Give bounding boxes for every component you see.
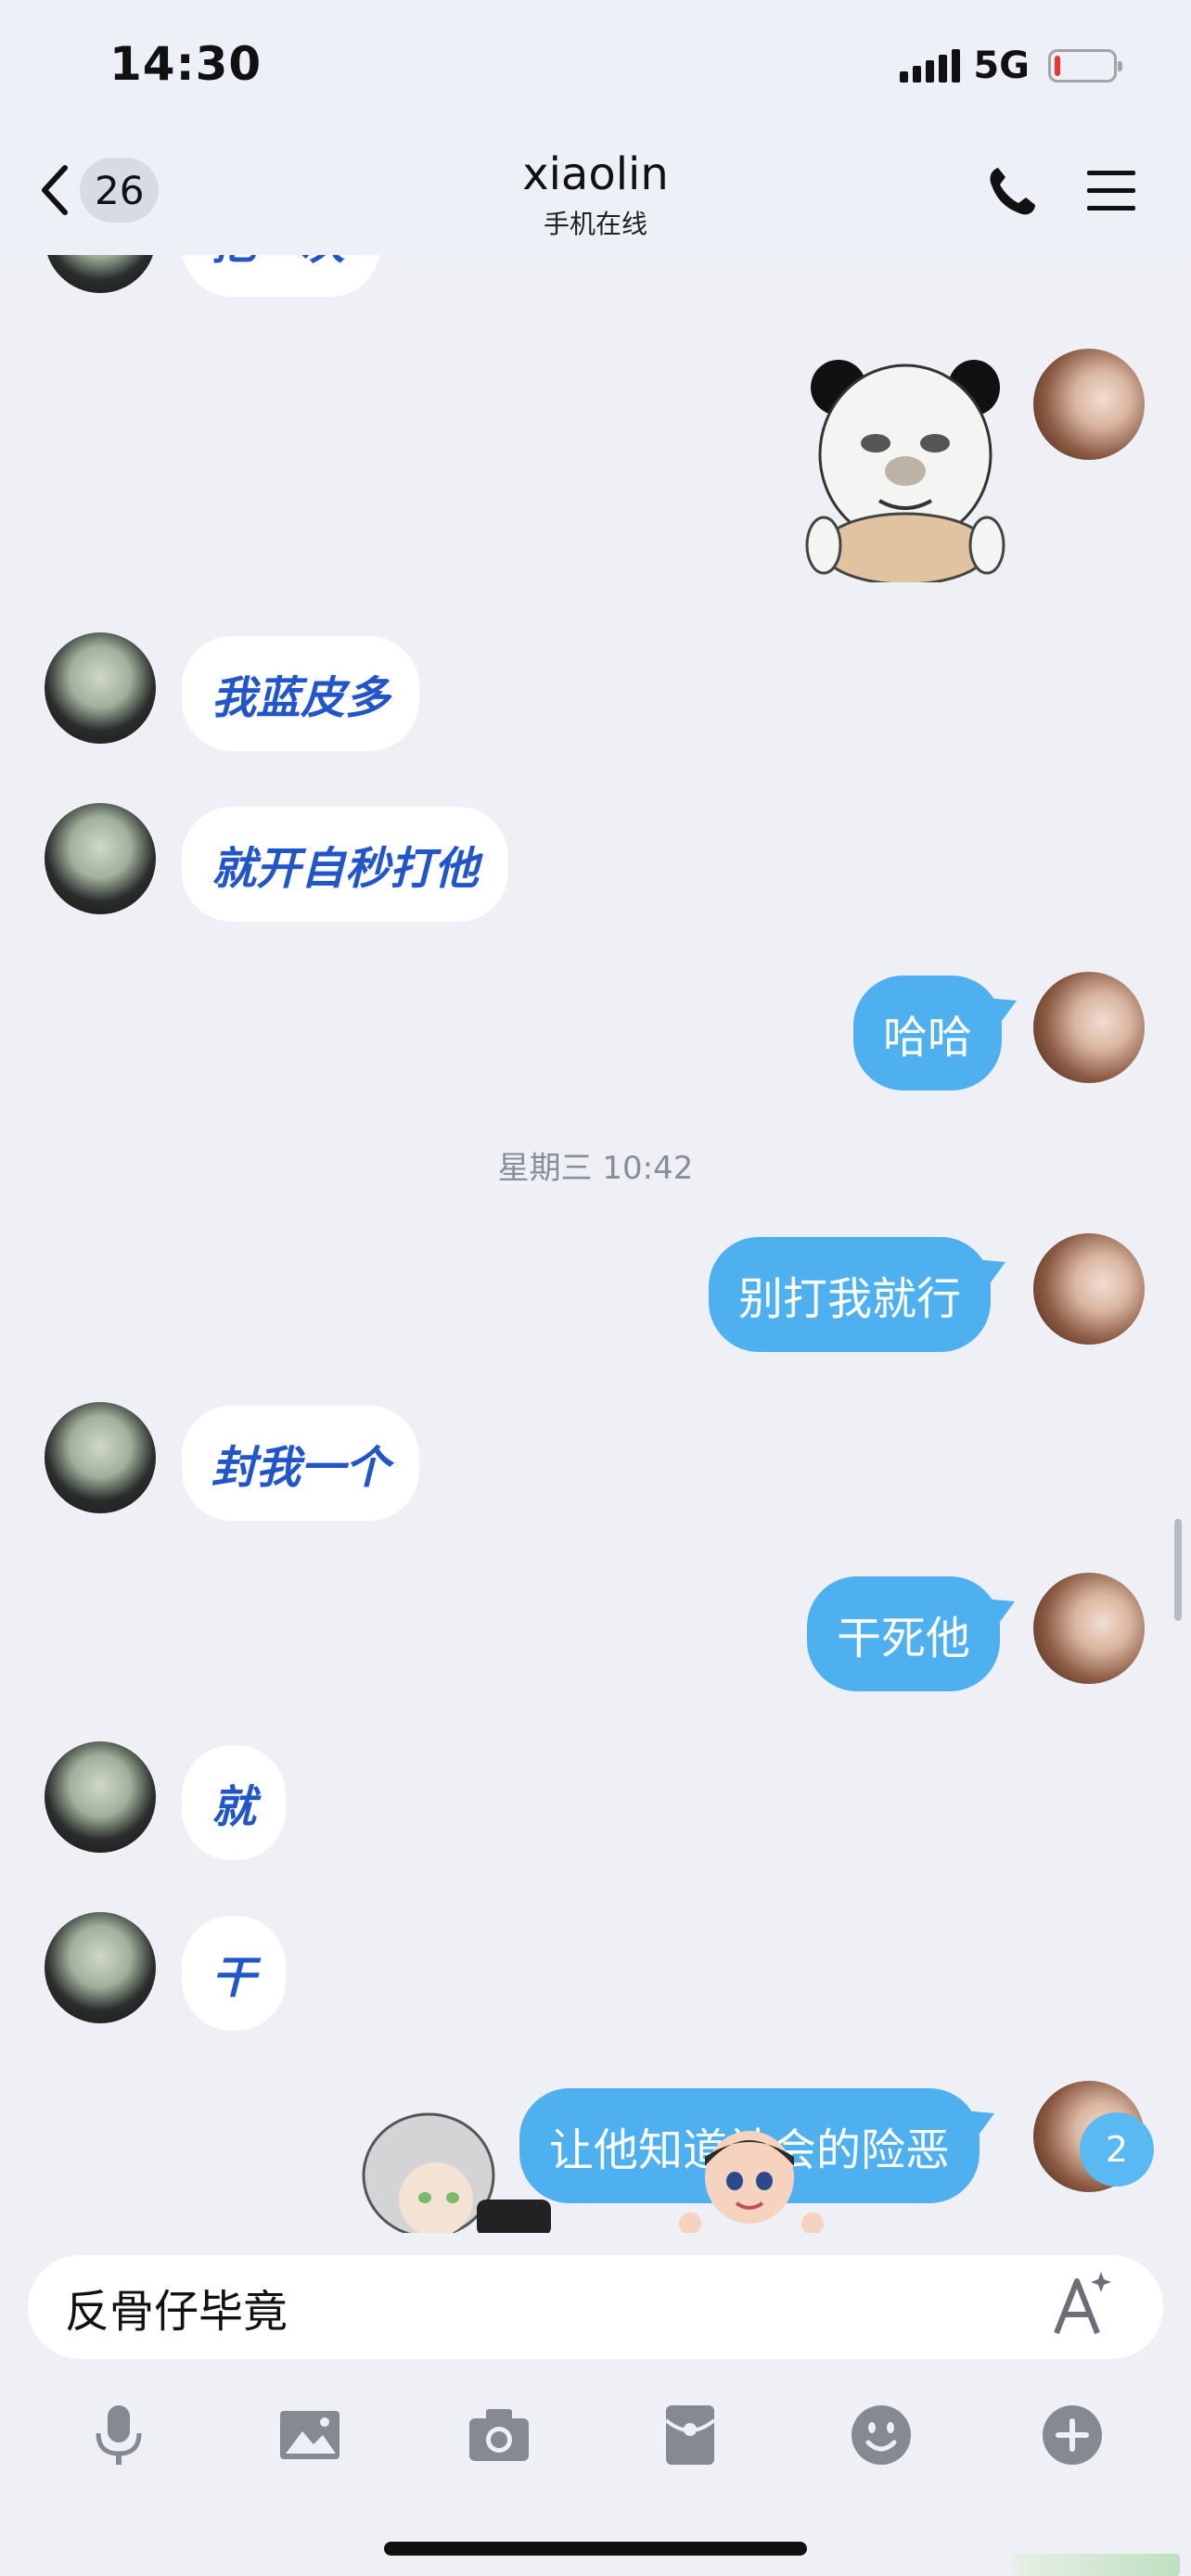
self-avatar[interactable] <box>1033 1233 1145 1345</box>
microphone-icon[interactable] <box>85 2402 152 2468</box>
panda-meme-sticker[interactable] <box>805 352 1005 582</box>
watermark-logo <box>1013 2554 1180 2576</box>
message-input[interactable]: 反骨仔毕竟 <box>28 2255 1163 2359</box>
message-bubble-outgoing[interactable]: 干死他 <box>807 1576 1001 1691</box>
friend-avatar[interactable] <box>45 632 156 744</box>
message-bubble-incoming[interactable]: 干 <box>182 1916 287 2031</box>
message-bubble-incoming[interactable]: 就开自秒打他 <box>182 807 509 922</box>
status-indicators: 5G <box>900 45 1122 87</box>
self-avatar[interactable] <box>1033 349 1145 460</box>
message-text: 我蓝皮多 <box>211 672 391 724</box>
phone-call-icon[interactable] <box>985 162 1041 218</box>
signal-icon <box>900 49 961 83</box>
plus-icon[interactable] <box>1039 2402 1106 2468</box>
message-text: 就 <box>211 1781 257 1833</box>
friend-avatar[interactable] <box>45 803 156 914</box>
message-text: 封我一个 <box>211 1442 391 1494</box>
message-bubble-incoming[interactable]: 封我一个 <box>182 1406 420 1521</box>
message-text: 就开自秒打他 <box>211 843 480 895</box>
self-avatar[interactable] <box>1033 972 1145 1083</box>
friend-avatar[interactable] <box>45 1402 156 1513</box>
silver-hair-character-icon <box>362 2112 551 2235</box>
emoji-icon[interactable] <box>848 2402 915 2468</box>
message-bubble-incoming[interactable]: 就 <box>182 1745 287 1860</box>
battery-icon <box>1048 49 1122 83</box>
font-style-icon[interactable] <box>1044 2268 1118 2342</box>
friend-avatar[interactable] <box>45 1912 156 2023</box>
message-bubble-outgoing[interactable]: 哈哈 <box>853 976 1003 1090</box>
status-time: 14:30 <box>109 37 263 91</box>
menu-icon[interactable] <box>1083 167 1139 215</box>
friend-avatar[interactable] <box>45 1741 156 1853</box>
message-bubble-incoming[interactable]: 我蓝皮多 <box>182 636 420 751</box>
home-indicator[interactable] <box>384 2542 807 2556</box>
message-timestamp: 星期三 10:42 <box>497 1150 694 1187</box>
message-text: 哈哈 <box>883 1012 973 1064</box>
network-type: 5G <box>973 45 1030 87</box>
self-avatar[interactable] <box>1033 1573 1145 1684</box>
camera-icon[interactable] <box>466 2402 532 2468</box>
new-message-badge[interactable]: 2 <box>1080 2112 1154 2187</box>
message-bubble-outgoing[interactable]: 别打我就行 <box>709 1237 992 1352</box>
composer: 反骨仔毕竟 <box>0 2233 1191 2576</box>
cartoon-boy-character-icon <box>679 2131 824 2235</box>
top-bar: 14:30 5G 26 xiaolin 手机在线 <box>0 0 1191 255</box>
chat-area: 把一次 我蓝皮多 就开自秒打他 哈哈 星期三 10:42 别打我就行 封我一个 <box>0 0 1191 2235</box>
message-text: 干 <box>211 1952 257 2004</box>
message-text: 别打我就行 <box>738 1273 962 1325</box>
image-icon[interactable] <box>276 2402 343 2468</box>
message-text: 干死他 <box>837 1613 971 1664</box>
input-toolbar <box>0 2392 1191 2485</box>
message-input-value: 反骨仔毕竟 <box>65 2286 288 2338</box>
red-packet-icon[interactable] <box>657 2402 724 2468</box>
